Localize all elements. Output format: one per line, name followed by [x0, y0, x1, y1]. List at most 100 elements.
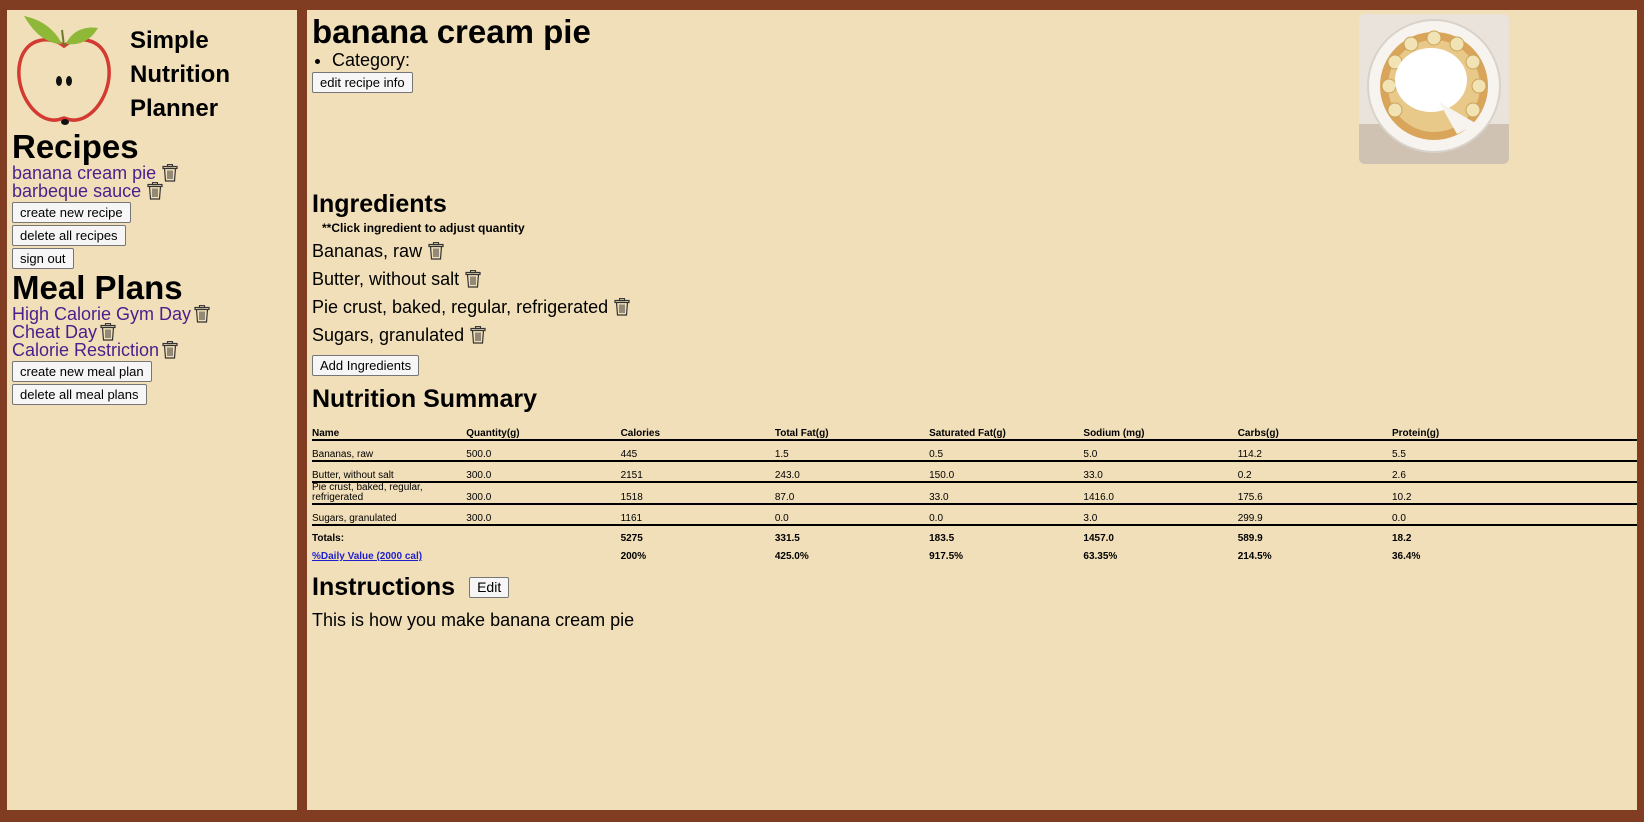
table-cell: 299.9 [1237, 504, 1392, 526]
table-cell: 114.2 [1237, 440, 1392, 462]
meal-plan-link[interactable]: High Calorie Gym Day [12, 305, 191, 323]
add-ingredients-button[interactable]: Add Ingredients [312, 355, 420, 376]
table-cell: 5.5 [1392, 440, 1637, 462]
table-cell: Bananas, raw [312, 440, 467, 462]
table-cell: 33.0 [1083, 461, 1238, 483]
banana-cream-pie-photo [1359, 14, 1509, 164]
delete-all-recipes-button[interactable]: delete all recipes [12, 225, 126, 246]
table-cell: 1416.0 [1083, 482, 1238, 505]
table-cell: 5.0 [1083, 440, 1238, 462]
daily-value-row: %Daily Value (2000 cal) 200% 425.0% 917.5% 6… [312, 544, 1637, 562]
table-cell: 1161 [620, 504, 775, 526]
instructions-header: Instructions Edit [312, 572, 1632, 602]
table-cell: 589.9 [1237, 533, 1263, 544]
recipes-heading: Recipes [12, 128, 139, 165]
column-header: Carbs(g) [1237, 424, 1392, 441]
table-cell: 0.0 [1392, 504, 1637, 526]
meal-plan-link[interactable]: Cheat Day [12, 323, 97, 341]
table-cell: Sugars, granulated [312, 504, 467, 526]
table-cell: 18.2 [1392, 533, 1412, 544]
table-cell: 200% [620, 551, 647, 562]
trash-icon[interactable] [147, 182, 163, 200]
app-title-line: Nutrition [130, 61, 230, 88]
edit-recipe-info-button[interactable]: edit recipe info [312, 72, 413, 93]
recipe-link[interactable]: banana cream pie [12, 164, 156, 182]
table-cell: 0.2 [1237, 461, 1392, 483]
sign-out-button[interactable]: sign out [12, 248, 74, 269]
table-header-row: Name Quantity(g) Calories Total Fat(g) S… [312, 424, 1637, 441]
table-cell: %Daily Value (2000 cal) [312, 544, 466, 562]
ingredient-item: Sugars, granulated [312, 321, 1632, 349]
table-cell: Butter, without salt [312, 461, 467, 483]
column-header: Calories [620, 424, 775, 441]
table-row: Bananas, raw 500.0 445 1.5 0.5 5.0 114.2 5.5 [312, 440, 1637, 462]
table-cell: 0.0 [929, 504, 1084, 526]
trash-icon[interactable] [465, 270, 481, 288]
table-cell: 445 [620, 440, 775, 462]
instructions-heading: Instructions [312, 573, 456, 601]
instructions-text: This is how you make banana cream pie [312, 610, 635, 630]
table-cell: 500.0 [466, 440, 621, 462]
meal-plan-link[interactable]: Calorie Restriction [12, 341, 159, 359]
create-recipe-button[interactable]: create new recipe [12, 202, 131, 223]
table-cell: 917.5% [929, 551, 964, 562]
column-header: Total Fat(g) [774, 424, 930, 441]
table-cell: 300.0 [466, 461, 621, 483]
table-cell: 2151 [620, 461, 775, 483]
table-cell [466, 544, 620, 562]
table-cell: 2.6 [1392, 461, 1637, 483]
app-title: Simple Nutrition Planner [130, 24, 240, 126]
table-cell: 33.0 [929, 482, 1084, 505]
trash-icon[interactable] [194, 305, 210, 323]
table-row: Pie crust, baked, regular, refrigerated 3… [312, 482, 1637, 505]
ingredient-name[interactable]: Sugars, granulated [312, 325, 464, 346]
table-cell: 10.2 [1392, 482, 1637, 505]
table-cell: 150.0 [929, 461, 1084, 483]
recipe-detail: banana cream pie Category: edit recipe i… [307, 10, 1637, 810]
edit-instructions-button[interactable]: Edit [469, 576, 510, 598]
daily-value-link[interactable]: %Daily Value (2000 cal) [312, 551, 422, 562]
table-cell: 0.0 [774, 504, 930, 526]
brand-header: Simple Nutrition Planner [12, 14, 292, 130]
trash-icon[interactable] [614, 298, 630, 316]
table-cell: 1457.0 [1083, 533, 1114, 544]
table-cell: 5275 [620, 533, 643, 544]
table-cell: Totals: [312, 533, 345, 544]
apple-logo-icon [17, 16, 111, 125]
ingredient-name[interactable]: Butter, without salt [312, 269, 459, 290]
nutrition-summary-heading: Nutrition Summary [312, 385, 538, 413]
column-header: Protein(g) [1392, 424, 1637, 441]
app-title-line: Planner [130, 95, 219, 122]
create-meal-plan-button[interactable]: create new meal plan [12, 361, 152, 382]
table-cell: 0.5 [929, 440, 1084, 462]
recipe-link[interactable]: barbeque sauce [12, 182, 141, 200]
table-cell: 214.5% [1237, 551, 1272, 562]
trash-icon[interactable] [162, 341, 178, 359]
table-cell: 331.5 [774, 533, 800, 544]
meal-plan-list-item: High Calorie Gym Day [12, 305, 292, 323]
trash-icon[interactable] [100, 323, 116, 341]
trash-icon[interactable] [162, 164, 178, 182]
table-cell: 87.0 [774, 482, 930, 505]
ingredient-name[interactable]: Pie crust, baked, regular, refrigerated [312, 297, 608, 318]
column-header: Name [312, 424, 467, 441]
column-header: Quantity(g) [466, 424, 621, 441]
table-cell: 3.0 [1083, 504, 1238, 526]
ingredient-item: Pie crust, baked, regular, refrigerated [312, 293, 1632, 321]
table-row: Butter, without salt 300.0 2151 243.0 150.0 3… [312, 461, 1637, 483]
ingredient-name[interactable]: Bananas, raw [312, 241, 422, 262]
ingredients-heading: Ingredients [312, 190, 447, 218]
column-header: Sodium (mg) [1083, 424, 1238, 441]
table-cell: 300.0 [466, 482, 621, 505]
trash-icon[interactable] [470, 326, 486, 344]
ingredient-item: Bananas, raw [312, 237, 1632, 265]
table-cell: 36.4% [1392, 551, 1421, 562]
nutrition-table: Name Quantity(g) Calories Total Fat(g) S… [312, 424, 1637, 562]
app-title-line: Simple [130, 27, 209, 54]
table-cell: 243.0 [774, 461, 930, 483]
delete-all-meal-plans-button[interactable]: delete all meal plans [12, 384, 147, 405]
trash-icon[interactable] [428, 242, 444, 260]
meal-plan-list-item: Calorie Restriction [12, 341, 292, 359]
ingredients-note: **Click ingredient to adjust quantity [322, 221, 525, 235]
table-cell: 1.5 [774, 440, 930, 462]
